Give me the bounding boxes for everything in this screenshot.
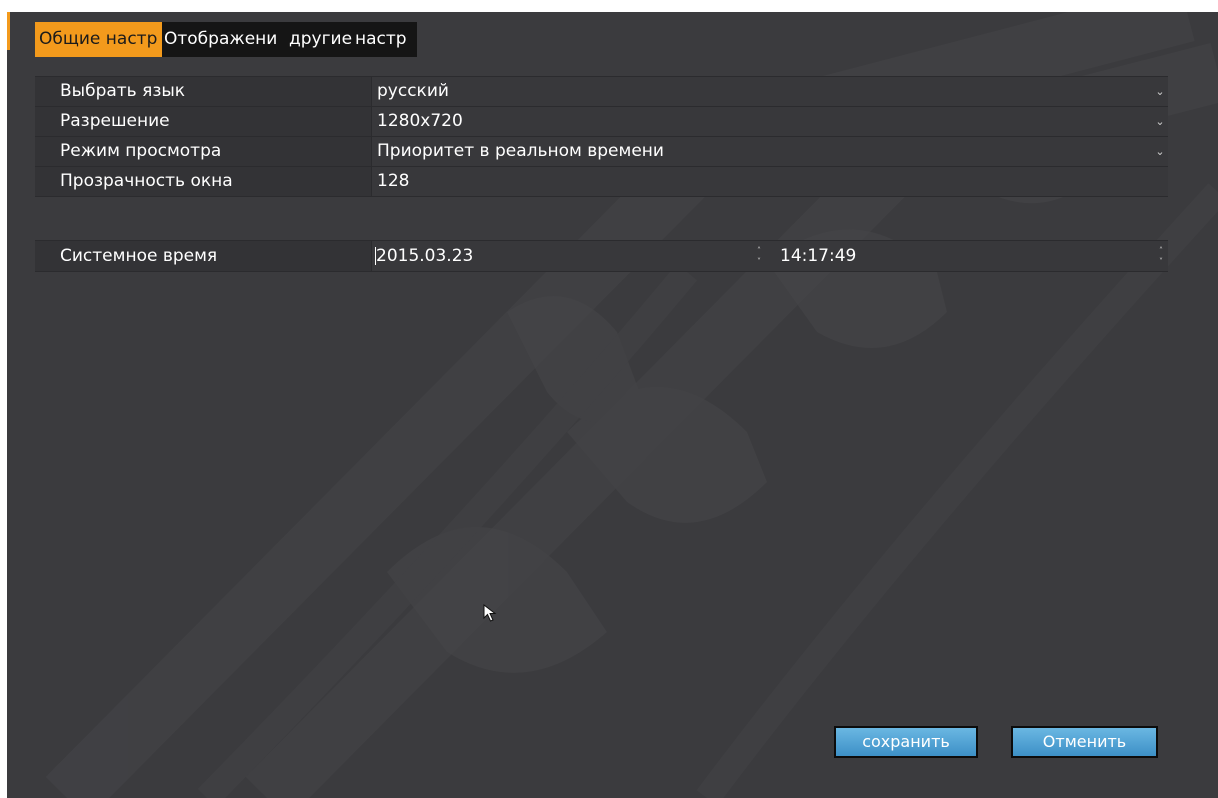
tab-other[interactable]: другие [287,22,353,57]
transparency-value: 128 [377,171,410,191]
language-value: русский [377,81,449,101]
row-view-mode: Режим просмотра Приоритет в реальном вре… [35,137,1168,167]
row-system-time: Системное время 2015.03.23 ˄ ˅ 14:17:49 ˄… [35,241,1168,272]
time-value: 14:17:49 [780,246,857,266]
system-time-label: Системное время [35,241,372,271]
row-window-transparency: Прозрачность окна 128 [35,167,1168,197]
tab-general-settings[interactable]: Общие настр [35,22,162,57]
tab-settings[interactable]: настр [353,22,417,57]
view-mode-value: Приоритет в реальном времени [377,141,664,161]
chevron-down-icon[interactable]: ⌄ [1154,77,1166,106]
tab-bar: Общие настр Отображени другие настр [35,22,417,57]
save-button[interactable]: сохранить [834,726,978,758]
settings-panel: Общие настр Отображени другие настр Выбр… [7,12,1218,798]
resolution-value: 1280x720 [377,111,463,131]
language-select[interactable]: русский ⌄ [372,77,1168,106]
cancel-button[interactable]: Отменить [1011,726,1158,758]
time-input[interactable]: 14:17:49 ˄ ˅ [766,241,1168,271]
transparency-label: Прозрачность окна [35,167,372,196]
view-mode-label: Режим просмотра [35,137,372,166]
left-accent-bar [7,12,10,50]
chevron-down-icon[interactable]: ⌄ [1154,107,1166,136]
system-time-table: Системное время 2015.03.23 ˄ ˅ 14:17:49 ˄… [35,240,1168,272]
time-spinner-icon[interactable]: ˄ ˅ [1156,245,1166,267]
tab-display[interactable]: Отображени [162,22,287,57]
date-input[interactable]: 2015.03.23 ˄ ˅ [372,241,766,271]
view-mode-select[interactable]: Приоритет в реальном времени ⌄ [372,137,1168,166]
language-label: Выбрать язык [35,77,372,106]
transparency-input[interactable]: 128 [372,167,1168,196]
date-spinner-icon[interactable]: ˄ ˅ [754,245,764,267]
resolution-select[interactable]: 1280x720 ⌄ [372,107,1168,136]
settings-table: Выбрать язык русский ⌄ Разрешение 1280x7… [35,76,1168,197]
chevron-down-icon[interactable]: ⌄ [1154,137,1166,166]
row-language: Выбрать язык русский ⌄ [35,77,1168,107]
resolution-label: Разрешение [35,107,372,136]
mouse-pointer-icon [483,604,497,622]
row-resolution: Разрешение 1280x720 ⌄ [35,107,1168,137]
date-value: 2015.03.23 [376,246,474,266]
